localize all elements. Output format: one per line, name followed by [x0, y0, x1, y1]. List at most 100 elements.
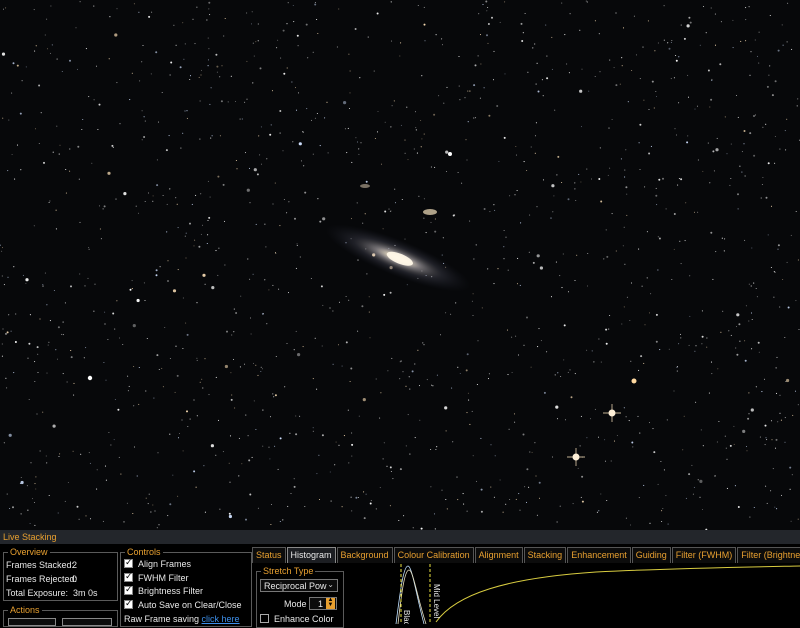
tab-filter-fwhm[interactable]: Filter (FWHM)	[671, 547, 737, 563]
brightness-filter-checkbox[interactable]	[124, 584, 133, 595]
star	[466, 412, 468, 414]
star	[11, 92, 13, 94]
clear-button[interactable]	[8, 618, 56, 626]
star	[608, 127, 610, 129]
star	[138, 11, 140, 13]
stretch-curve	[435, 565, 800, 623]
star	[467, 90, 469, 92]
star	[200, 69, 203, 71]
fwhm-filter-checkbox[interactable]	[124, 571, 133, 582]
star	[270, 124, 272, 126]
star	[770, 420, 773, 422]
enhance-color-checkbox[interactable]	[260, 614, 269, 623]
star	[232, 358, 235, 361]
raw-frame-saving-link[interactable]: click here	[202, 614, 240, 624]
star	[556, 418, 559, 420]
tab-status[interactable]: Status	[252, 547, 286, 563]
star	[322, 304, 324, 306]
star	[297, 45, 299, 47]
star	[141, 139, 143, 141]
star	[152, 200, 154, 202]
tab-enhancement[interactable]: Enhancement	[567, 547, 631, 563]
star	[83, 357, 85, 359]
star	[688, 344, 690, 346]
star	[97, 128, 99, 131]
tab-background[interactable]: Background	[336, 547, 393, 563]
star	[246, 12, 248, 14]
tab-stacking[interactable]: Stacking	[523, 547, 567, 563]
star	[680, 178, 683, 181]
star	[625, 517, 627, 519]
star	[104, 323, 106, 325]
star	[195, 194, 197, 196]
star	[143, 282, 145, 284]
star	[224, 17, 226, 20]
star	[219, 135, 221, 137]
star	[480, 63, 482, 65]
star	[379, 417, 381, 419]
star	[499, 479, 501, 481]
star	[362, 398, 366, 402]
star	[186, 333, 189, 336]
star	[398, 519, 400, 522]
star	[767, 162, 770, 165]
star	[61, 70, 63, 73]
auto-save-checkbox[interactable]	[124, 598, 133, 609]
star	[199, 381, 201, 383]
tab-filter-brightness[interactable]: Filter (Brightness)	[737, 547, 800, 563]
star	[280, 57, 282, 59]
star	[210, 444, 214, 448]
star	[279, 225, 281, 227]
star	[390, 126, 392, 128]
star	[155, 51, 158, 54]
star	[113, 439, 115, 441]
star	[485, 0, 488, 3]
mode-stepper[interactable]: 1 ▲ ▼	[309, 597, 337, 610]
star	[537, 346, 539, 348]
star	[79, 273, 81, 275]
star	[461, 182, 463, 184]
star	[611, 213, 613, 215]
star	[776, 356, 778, 358]
star	[296, 244, 298, 247]
star	[318, 498, 321, 501]
star	[784, 130, 786, 132]
stretch-type-select[interactable]: Reciprocal Pow ⌄	[260, 579, 338, 592]
star	[741, 171, 743, 173]
star	[753, 115, 755, 117]
star	[745, 19, 747, 21]
star	[769, 65, 771, 67]
star	[52, 424, 56, 428]
star	[742, 429, 746, 433]
star	[215, 53, 218, 56]
star	[556, 174, 558, 176]
star	[47, 344, 49, 346]
star	[273, 396, 275, 398]
star	[250, 333, 252, 335]
star	[689, 275, 691, 277]
star	[520, 22, 523, 25]
stacked-image-view[interactable]	[0, 0, 800, 530]
save-button[interactable]	[62, 618, 112, 626]
star	[646, 277, 648, 279]
histogram-plot[interactable]: Black Mid Level	[346, 564, 800, 624]
star	[65, 168, 67, 171]
star	[182, 297, 184, 299]
star	[706, 337, 708, 339]
star	[693, 211, 696, 213]
star	[332, 363, 334, 365]
star	[469, 90, 471, 92]
stepper-arrows-icon[interactable]: ▲ ▼	[326, 597, 335, 609]
tab-colour-calibration[interactable]: Colour Calibration	[393, 547, 474, 563]
star	[784, 336, 786, 339]
tab-guiding[interactable]: Guiding	[631, 547, 671, 563]
star	[638, 142, 640, 144]
star	[208, 48, 210, 50]
star	[576, 254, 578, 256]
tab-histogram[interactable]: Histogram	[286, 547, 336, 563]
align-frames-checkbox[interactable]	[124, 557, 133, 568]
star	[389, 210, 391, 212]
star	[93, 310, 95, 312]
tab-alignment[interactable]: Alignment	[474, 547, 523, 563]
star	[535, 122, 537, 124]
